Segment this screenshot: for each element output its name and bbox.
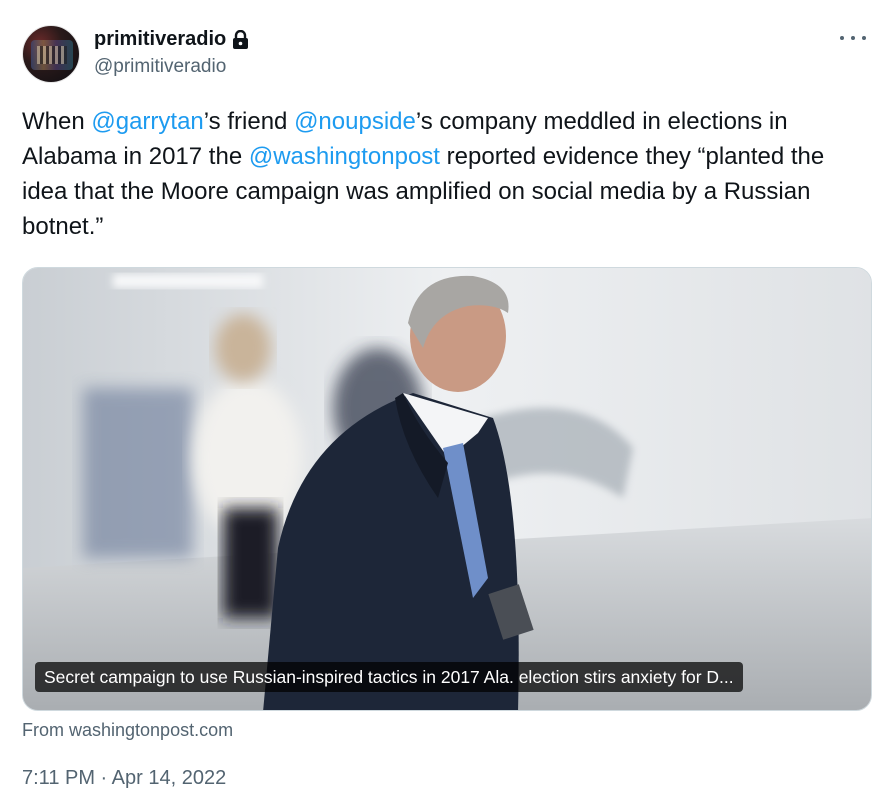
tweet-timestamp[interactable]: 7:11 PM · Apr 14, 2022 — [22, 767, 226, 790]
tweet-text: When @garrytan’s friend @noupside’s comp… — [22, 104, 872, 244]
card-photo — [23, 268, 871, 710]
mention-link[interactable]: @noupside — [294, 108, 416, 135]
card-caption: Secret campaign to use Russian-inspired … — [35, 662, 743, 692]
author-display-name[interactable]: primitiveradio — [94, 28, 226, 51]
link-card[interactable]: Secret campaign to use Russian-inspired … — [22, 267, 872, 711]
mention-link[interactable]: @garrytan — [91, 108, 203, 135]
tweet-header: primitiveradio @primitiveradio — [22, 22, 872, 86]
author-handle[interactable]: @primitiveradio — [94, 56, 226, 78]
mention-link[interactable]: @washingtonpost — [249, 143, 440, 170]
avatar[interactable] — [22, 25, 80, 83]
tweet-text-segment: ’s friend — [203, 108, 295, 135]
more-icon[interactable] — [840, 30, 866, 46]
tweet-text-segment: When — [22, 108, 92, 135]
card-source[interactable]: From washingtonpost.com — [22, 720, 233, 741]
author-name-row[interactable]: primitiveradio — [94, 28, 249, 51]
lock-icon — [233, 29, 249, 49]
